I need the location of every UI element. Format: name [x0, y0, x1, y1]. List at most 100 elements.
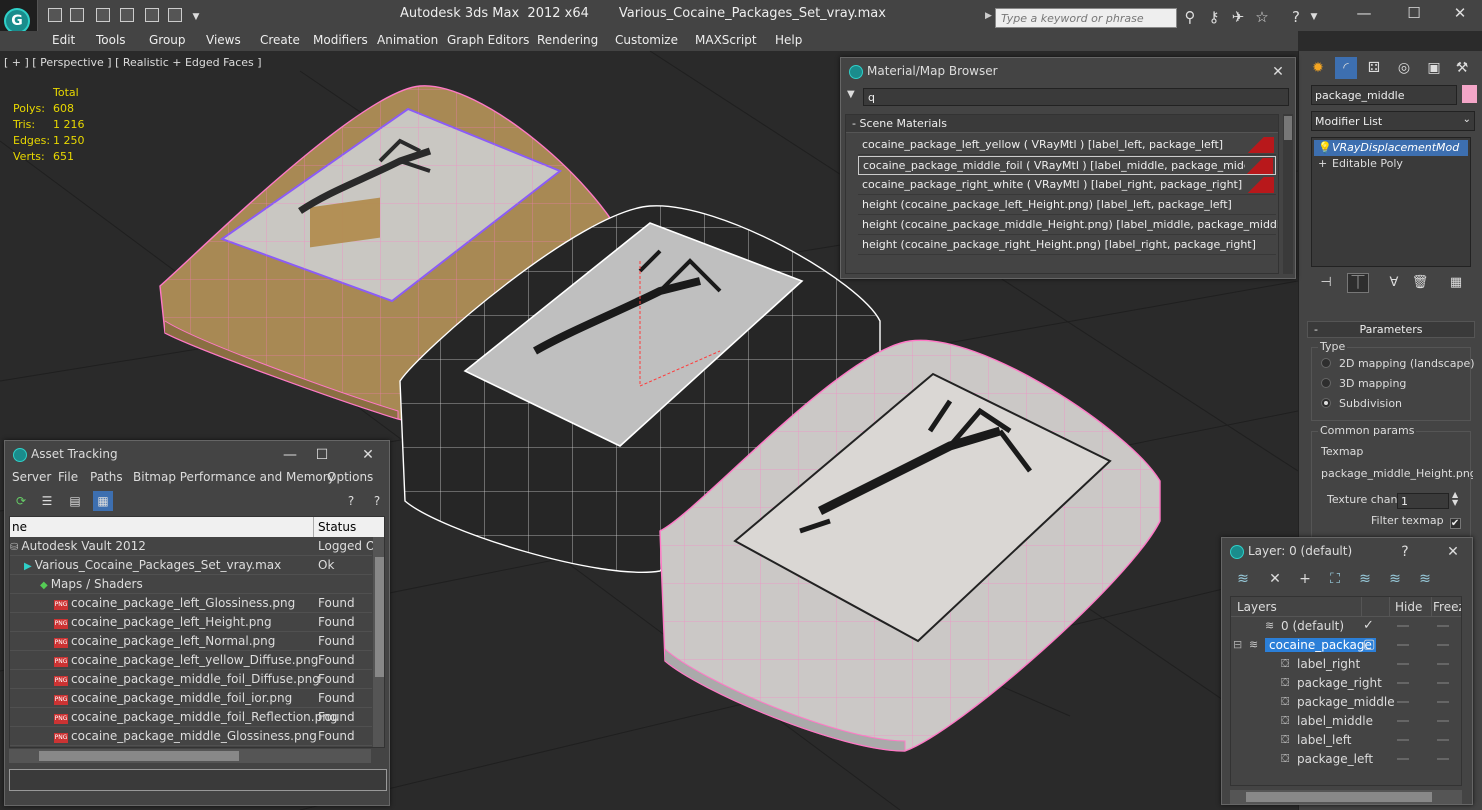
configure-modifier-sets-icon[interactable]: ▦: [1445, 273, 1467, 293]
asset-table-horizontal-scrollbar[interactable]: [9, 749, 371, 763]
scrollbar-thumb[interactable]: [1246, 792, 1432, 802]
asset-row[interactable]: ◆ Maps / Shaders: [10, 575, 372, 594]
scrollbar-thumb[interactable]: [39, 751, 239, 761]
infocenter-search-input[interactable]: Type a keyword or phrase: [995, 8, 1177, 28]
filter-texmap-checkbox[interactable]: ✔: [1449, 518, 1461, 529]
viewport-label[interactable]: [ + ] [ Perspective ] [ Realistic + Edge…: [4, 56, 262, 69]
material-list-item[interactable]: cocaine_package_right_white ( VRayMtl ) …: [858, 176, 1276, 195]
hide-toggle[interactable]: [1397, 701, 1409, 703]
scene-materials-section[interactable]: - Scene Materials: [846, 115, 1278, 133]
undo-icon[interactable]: [120, 8, 134, 22]
maximize-icon[interactable]: ☐: [309, 445, 335, 465]
create-tab-icon[interactable]: ✹: [1307, 57, 1329, 79]
refresh-icon[interactable]: ⟳: [11, 491, 31, 511]
spinner-arrows-icon[interactable]: ▲ ▼: [1452, 491, 1458, 507]
hide-toggle[interactable]: [1397, 720, 1409, 722]
material-list-item[interactable]: cocaine_package_middle_foil ( VRayMtl ) …: [858, 156, 1276, 175]
asset-menu-file[interactable]: File: [58, 470, 78, 484]
object-name-field[interactable]: package_middle: [1311, 85, 1457, 105]
layer-manager-title-bar[interactable]: Layer: 0 (default): [1222, 538, 1472, 566]
layer-row[interactable]: ⛋ label_right: [1231, 655, 1461, 674]
layer-name[interactable]: label_middle: [1297, 714, 1373, 728]
layer-name[interactable]: label_right: [1297, 657, 1360, 671]
help-dropdown-icon[interactable]: ▼: [1304, 8, 1324, 26]
close-icon[interactable]: ✕: [1265, 62, 1291, 82]
menu-animation[interactable]: Animation: [377, 33, 438, 47]
menu-tools[interactable]: Tools: [96, 33, 126, 47]
layers-column-header[interactable]: Layers: [1237, 600, 1277, 614]
column-divider[interactable]: [1361, 597, 1362, 617]
select-objects-icon[interactable]: ⛶: [1326, 570, 1344, 588]
freeze-toggle[interactable]: [1437, 644, 1449, 646]
material-list-item[interactable]: height (cocaine_package_middle_Height.pn…: [858, 216, 1278, 235]
asset-row[interactable]: PNG cocaine_package_middle_foil_Diffuse.p…: [10, 670, 372, 689]
hide-all-icon[interactable]: ≋: [1386, 570, 1404, 588]
current-layer-check-icon[interactable]: ✓: [1363, 618, 1374, 633]
layer-name[interactable]: package_middle: [1297, 695, 1395, 709]
layer-name[interactable]: cocaine_package: [1265, 638, 1376, 652]
scrollbar-thumb[interactable]: [1284, 116, 1292, 140]
add-to-layer-icon[interactable]: +: [1296, 570, 1314, 588]
pin-stack-icon[interactable]: ⊣: [1315, 273, 1337, 293]
parameters-rollout-header[interactable]: - Parameters: [1307, 321, 1475, 338]
layer-row[interactable]: ⛋ package_right: [1231, 674, 1461, 693]
utilities-tab-icon[interactable]: ⚒: [1451, 57, 1473, 79]
asset-menu-paths[interactable]: Paths: [90, 470, 123, 484]
create-new-layer-icon[interactable]: ≋: [1234, 570, 1252, 588]
thumbnail-view-icon[interactable]: ▤: [65, 491, 85, 511]
column-divider[interactable]: [313, 517, 314, 537]
asset-row[interactable]: PNG cocaine_package_middle_foil_ior.png Fo…: [10, 689, 372, 708]
menu-edit[interactable]: Edit: [52, 33, 75, 47]
project-folder-icon[interactable]: [168, 8, 182, 22]
layer-row[interactable]: ⛋ package_left: [1231, 750, 1461, 769]
open-file-icon[interactable]: [70, 8, 84, 22]
freeze-toggle[interactable]: [1437, 701, 1449, 703]
material-search-input[interactable]: q: [863, 88, 1289, 106]
radio-button[interactable]: [1321, 358, 1331, 368]
table-view-icon[interactable]: ▦: [93, 491, 113, 511]
menu-views[interactable]: Views: [206, 33, 241, 47]
lightbulb-icon[interactable]: 💡: [1318, 140, 1332, 156]
object-color-swatch[interactable]: [1462, 85, 1477, 103]
layer-name[interactable]: label_left: [1297, 733, 1351, 747]
close-icon[interactable]: ✕: [1440, 4, 1480, 24]
menu-create[interactable]: Create: [260, 33, 300, 47]
type-option-1[interactable]: 3D mapping: [1321, 377, 1406, 390]
column-status-header[interactable]: Status: [318, 520, 356, 534]
material-list-item[interactable]: cocaine_package_left_yellow ( VRayMtl ) …: [858, 136, 1276, 155]
freeze-all-icon[interactable]: ≋: [1416, 570, 1434, 588]
display-tab-icon[interactable]: ▣: [1423, 57, 1445, 79]
layer-row[interactable]: ⊟ ≋ cocaine_package ▢: [1231, 636, 1461, 655]
asset-row[interactable]: PNG cocaine_package_left_Glossiness.png Fo…: [10, 594, 372, 613]
asset-row[interactable]: PNG cocaine_package_left_yellow_Diffuse.p…: [10, 651, 372, 670]
stack-item-vray-displacement[interactable]: 💡 VRayDisplacementMod: [1314, 140, 1468, 156]
save-file-icon[interactable]: [96, 8, 110, 22]
hide-toggle[interactable]: [1397, 663, 1409, 665]
layer-name[interactable]: package_left: [1297, 752, 1373, 766]
motion-tab-icon[interactable]: ◎: [1393, 57, 1415, 79]
menu-maxscript[interactable]: MAXScript: [695, 33, 757, 47]
material-browser-title-bar[interactable]: Material/Map Browser: [841, 58, 1295, 86]
asset-menu-server[interactable]: Server: [12, 470, 51, 484]
hide-toggle[interactable]: [1397, 644, 1409, 646]
hide-toggle[interactable]: [1397, 758, 1409, 760]
asset-row[interactable]: PNG cocaine_package_middle_Glossiness.png…: [10, 727, 372, 746]
menu-customize[interactable]: Customize: [615, 33, 678, 47]
asset-row[interactable]: PNG cocaine_package_left_Normal.png Found: [10, 632, 372, 651]
column-name-header[interactable]: ne: [12, 520, 27, 534]
freeze-column-header[interactable]: Freeze: [1433, 600, 1461, 614]
menu-rendering[interactable]: Rendering: [537, 33, 598, 47]
menu-graph-editors[interactable]: Graph Editors: [447, 33, 529, 47]
redo-icon[interactable]: [145, 8, 159, 22]
hide-toggle[interactable]: [1397, 625, 1409, 627]
asset-row[interactable]: ▶ Various_Cocaine_Packages_Set_vray.max Ok: [10, 556, 372, 575]
asset-menu-options[interactable]: Options: [327, 470, 373, 484]
column-divider[interactable]: [1389, 597, 1390, 617]
type-option-0[interactable]: 2D mapping (landscape): [1321, 357, 1475, 370]
help-icon[interactable]: ?: [341, 491, 361, 511]
hide-toggle[interactable]: [1397, 739, 1409, 741]
column-divider[interactable]: [1431, 597, 1432, 617]
modify-tab-icon[interactable]: ◜: [1335, 57, 1357, 79]
asset-row[interactable]: PNG cocaine_package_left_Height.png Found: [10, 613, 372, 632]
help-icon[interactable]: ?: [1286, 8, 1306, 26]
